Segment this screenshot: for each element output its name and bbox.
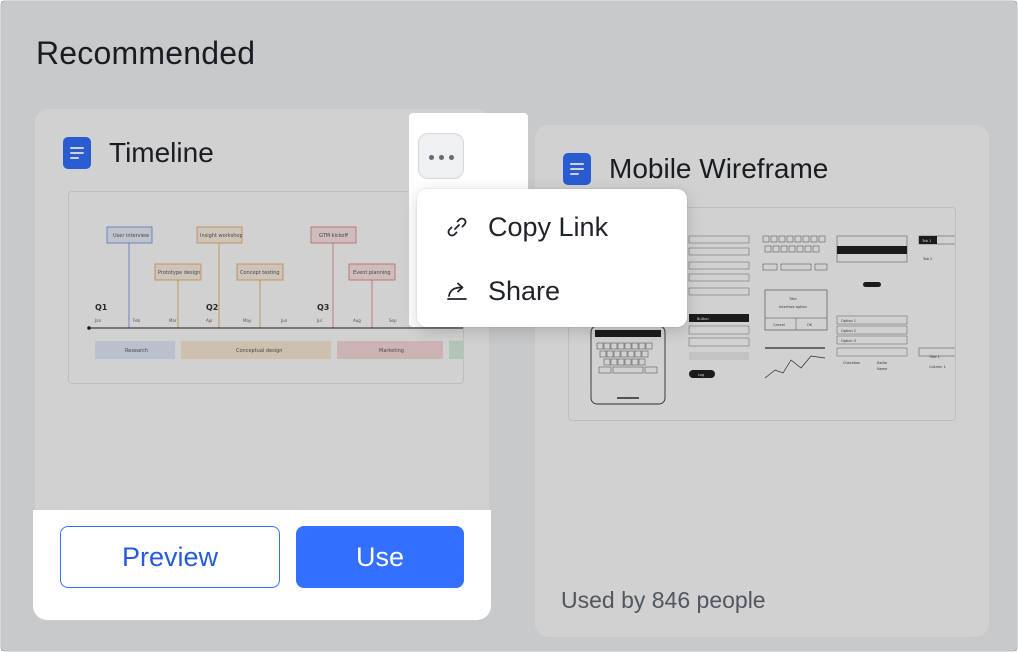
- thumb-milestone: Concept testing: [240, 270, 280, 276]
- more-dots-icon: [429, 155, 434, 160]
- thumb-milestone: Event planning: [353, 270, 391, 276]
- thumb-label: Tab 1: [921, 239, 931, 243]
- thumb-label: Option 1: [841, 319, 856, 323]
- thumb-phase: Marketing: [379, 348, 404, 354]
- menu-item-copy-link[interactable]: Copy Link: [417, 199, 687, 255]
- thumb-label: Interface option: [779, 305, 807, 309]
- menu-item-label: Share: [488, 275, 561, 306]
- thumb-milestone: Insight workshop: [200, 233, 243, 239]
- thumb-label: Button: [697, 317, 709, 321]
- timeline-thumbnail-graphic: User interview Insight workshop GTM kick…: [87, 226, 463, 359]
- thumb-milestone: Prototype design: [158, 270, 200, 276]
- thumb-month: Apr: [206, 318, 213, 323]
- thumb-month: Jul: [316, 318, 322, 323]
- thumb-month: Jun: [280, 318, 288, 323]
- template-thumbnail: User interview Insight workshop GTM kick…: [68, 191, 464, 384]
- templates-page: Recommended Timeline User interview Insi…: [0, 0, 1018, 652]
- thumb-phase: Conceptual design: [236, 348, 282, 354]
- thumb-label: Option 3: [841, 339, 856, 343]
- more-options-menu: Copy Link Share: [417, 189, 687, 327]
- thumb-month: Mar: [169, 318, 177, 323]
- thumb-label: Log: [698, 373, 704, 377]
- section-title: Recommended: [36, 35, 256, 71]
- more-options-button[interactable]: [418, 133, 464, 179]
- link-icon: [447, 217, 467, 237]
- thumb-label: Cancel: [773, 323, 785, 327]
- thumb-milestone: User interview: [113, 233, 149, 239]
- thumb-label: Option 2: [841, 329, 856, 333]
- thumb-label: Name: [877, 367, 887, 371]
- thumb-quarter: Q2: [206, 303, 218, 312]
- usage-count: Used by 846 people: [561, 587, 766, 613]
- menu-item-share[interactable]: Share: [417, 263, 687, 319]
- thumb-quarter: Q1: [95, 303, 108, 312]
- thumb-label: Tab 2: [922, 257, 932, 261]
- thumb-quarter: Q3: [317, 303, 329, 312]
- preview-button[interactable]: Preview: [60, 526, 280, 588]
- thumb-month: May: [243, 318, 252, 323]
- thumb-label: Checkbox: [843, 361, 860, 365]
- thumb-phase: Research: [125, 348, 148, 354]
- thumb-label: Column 1: [929, 365, 946, 369]
- use-button[interactable]: Use: [296, 526, 464, 588]
- thumb-label: Title 1: [928, 355, 940, 359]
- thumb-milestone: GTM kickoff: [319, 233, 348, 239]
- menu-item-label: Copy Link: [488, 211, 609, 242]
- thumb-month: Jan: [94, 318, 102, 323]
- thumb-label: Title: [788, 297, 797, 301]
- card-title: Timeline: [109, 137, 214, 168]
- doc-icon: [563, 153, 591, 185]
- card-title: Mobile Wireframe: [609, 153, 829, 184]
- thumb-label: OK: [807, 323, 813, 327]
- thumb-month: Aug: [353, 318, 361, 323]
- thumb-month: Feb: [133, 318, 141, 323]
- thumb-month: Sep: [389, 318, 397, 323]
- doc-icon: [63, 137, 91, 169]
- thumb-label: Radio: [877, 361, 887, 365]
- share-icon: [447, 282, 467, 300]
